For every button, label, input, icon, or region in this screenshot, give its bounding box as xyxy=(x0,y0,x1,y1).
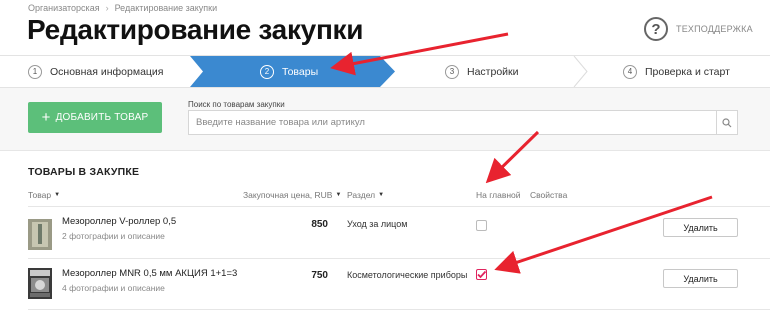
step-number: 1 xyxy=(28,64,42,79)
add-product-label: ДОБАВИТЬ ТОВАР xyxy=(55,112,149,123)
product-name[interactable]: Мезороллер V-роллер 0,5 xyxy=(62,216,176,227)
step-label: Основная информация xyxy=(50,65,164,78)
table-row: Мезороллер V-роллер 0,5 2 фотографии и о… xyxy=(0,207,770,253)
sort-caret-icon: ▼ xyxy=(335,192,342,198)
step-basic-info[interactable]: 1 Основная информация xyxy=(28,56,163,87)
checkmark-icon xyxy=(477,270,487,279)
search-input[interactable] xyxy=(189,111,709,134)
product-price: 750 xyxy=(311,270,328,281)
column-header-label: Раздел xyxy=(347,190,376,200)
step-number: 3 xyxy=(445,64,459,79)
product-photos-description: 4 фотографии и описание xyxy=(62,283,165,293)
search-icon xyxy=(722,117,732,127)
divider xyxy=(28,309,770,310)
add-product-button[interactable]: + ДОБАВИТЬ ТОВАР xyxy=(28,102,162,133)
breadcrumb: Организаторская › Редактирование закупки xyxy=(28,3,217,13)
step-label: Товары xyxy=(282,65,319,78)
search-box xyxy=(188,110,738,135)
product-price: 850 xyxy=(311,219,328,230)
step-review-start[interactable]: 4 Проверка и старт xyxy=(623,56,730,87)
product-photos-description: 2 фотографии и описание xyxy=(62,231,165,241)
product-section: Уход за лицом xyxy=(347,219,408,229)
step-label: Проверка и старт xyxy=(645,65,730,78)
support-label: ТЕХПОДДЕРЖКА xyxy=(676,24,753,34)
column-header-label: На главной xyxy=(476,190,521,200)
step-label: Настройки xyxy=(467,65,519,78)
column-header-price[interactable]: Закупочная цена, RUB ▼ xyxy=(243,190,341,200)
delete-button[interactable]: Удалить xyxy=(663,269,738,288)
product-thumbnail[interactable] xyxy=(28,219,52,250)
column-header-label: Свойства xyxy=(530,190,568,200)
table-row: Мезороллер MNR 0,5 мм АКЦИЯ 1+1=3 4 фото… xyxy=(0,259,770,305)
step-number: 2 xyxy=(260,64,274,79)
product-section: Косметологические приборы xyxy=(347,270,468,280)
breadcrumb-item-current: Редактирование закупки xyxy=(114,3,218,13)
sort-caret-icon: ▼ xyxy=(378,192,385,198)
question-icon: ? xyxy=(644,17,668,41)
product-thumbnail[interactable] xyxy=(28,268,52,299)
page-title: Редактирование закупки xyxy=(27,14,364,45)
column-header-label: Закупочная цена, RUB xyxy=(243,190,333,200)
column-header-section[interactable]: Раздел ▼ xyxy=(347,190,384,200)
column-header-product[interactable]: Товар ▼ xyxy=(28,190,60,200)
step-number: 4 xyxy=(623,64,637,79)
plus-icon: + xyxy=(41,109,51,126)
search-label: Поиск по товарам закупки xyxy=(188,100,285,109)
steps-bar: 1 Основная информация 2 Товары 3 Настрой… xyxy=(0,55,770,88)
support-link[interactable]: ? ТЕХПОДДЕРЖКА xyxy=(644,17,753,41)
step-settings[interactable]: 3 Настройки xyxy=(445,56,519,87)
on-main-checkbox[interactable] xyxy=(476,220,487,231)
breadcrumb-item-organizer[interactable]: Организаторская xyxy=(28,3,100,13)
step-products[interactable]: 2 Товары xyxy=(260,56,318,87)
product-name[interactable]: Мезороллер MNR 0,5 мм АКЦИЯ 1+1=3 xyxy=(62,268,237,279)
search-button[interactable] xyxy=(716,111,737,134)
delete-button[interactable]: Удалить xyxy=(663,218,738,237)
chevron-right-icon: › xyxy=(105,3,109,13)
column-header-properties: Свойства xyxy=(530,190,567,200)
column-header-label: Товар xyxy=(28,190,52,200)
column-header-on-main: На главной xyxy=(476,190,521,200)
sort-caret-icon: ▼ xyxy=(54,192,61,198)
on-main-checkbox[interactable] xyxy=(476,269,487,280)
section-title: ТОВАРЫ В ЗАКУПКЕ xyxy=(28,166,140,178)
